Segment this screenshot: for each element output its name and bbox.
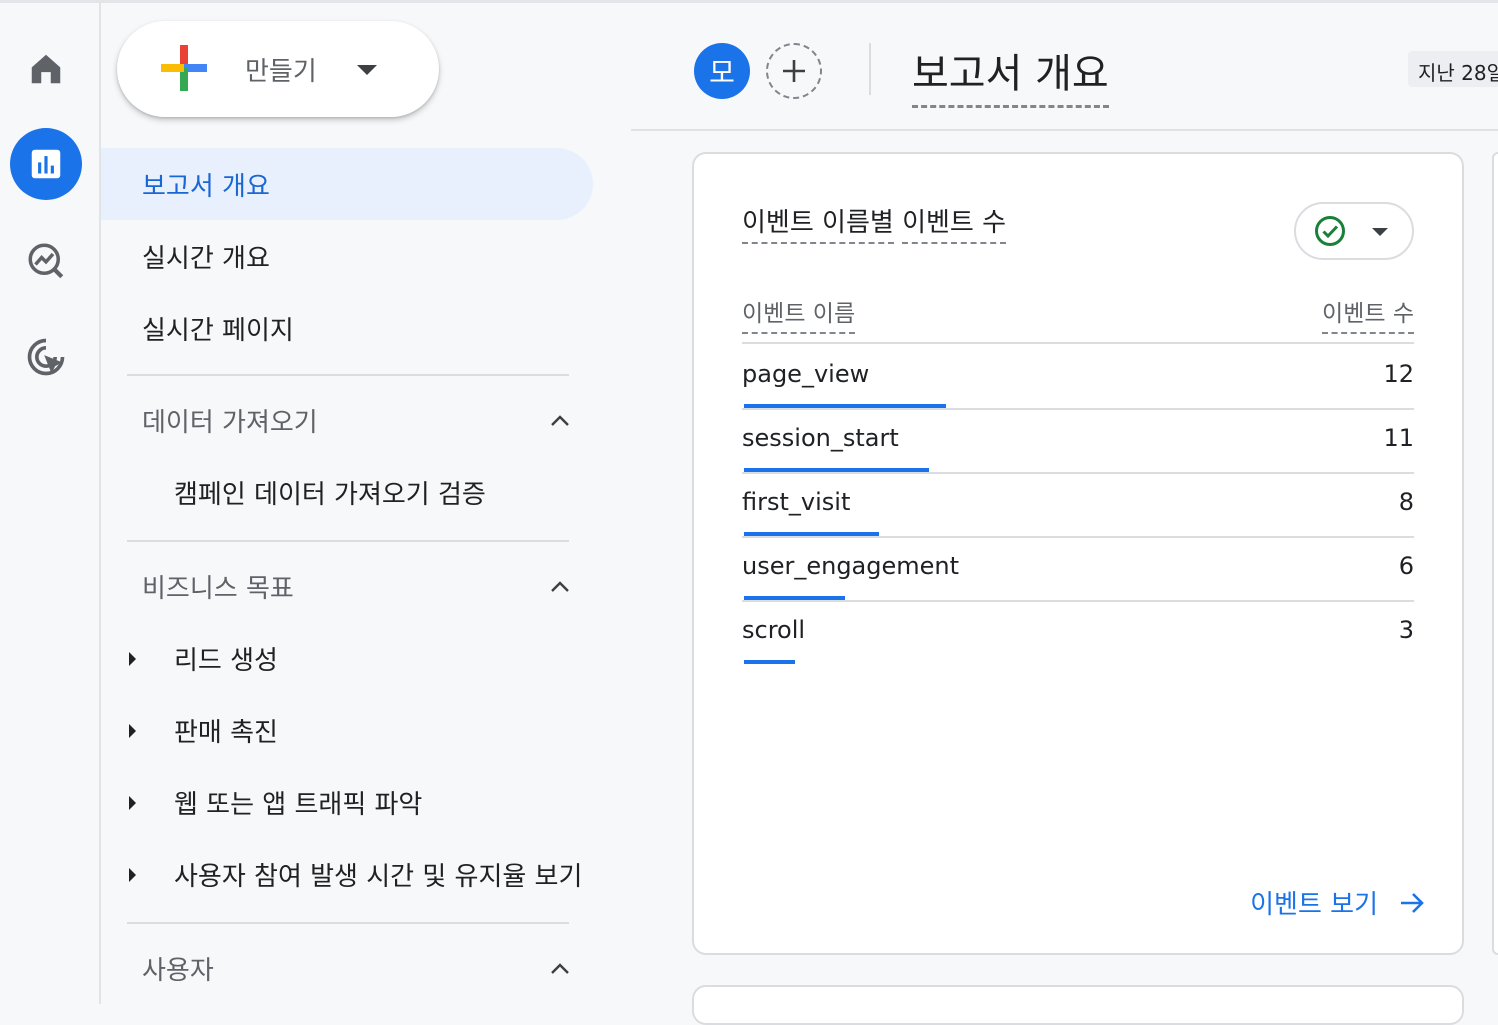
view-events-label: 이벤트 보기 bbox=[1250, 890, 1378, 920]
event-name-cell: page_view bbox=[742, 360, 870, 388]
caret-down-icon bbox=[357, 65, 377, 75]
table-row[interactable]: page_view 12 bbox=[742, 344, 1414, 410]
triangle-right-icon bbox=[129, 796, 136, 810]
nav-item-engagement-retention[interactable]: 사용자 참여 발생 시간 및 유지율 보기 bbox=[101, 838, 601, 910]
triangle-right-icon bbox=[129, 724, 136, 738]
page-title: 보고서 개요 bbox=[912, 41, 1109, 108]
nav-divider bbox=[127, 540, 569, 542]
event-name-cell: first_visit bbox=[742, 488, 851, 516]
chevron-up-icon bbox=[551, 415, 569, 426]
section-data-import[interactable]: 데이터 가져오기 bbox=[101, 384, 571, 456]
sub-item-label: 판매 촉진 bbox=[174, 717, 278, 748]
table-row[interactable]: first_visit 8 bbox=[742, 472, 1414, 538]
chevron-up-icon bbox=[551, 963, 569, 974]
card-options-button[interactable] bbox=[1294, 202, 1414, 260]
event-count-cell: 6 bbox=[1398, 552, 1414, 580]
card-title-dimension[interactable]: 이벤트 이름별 bbox=[742, 208, 894, 244]
nav-item-realtime-overview[interactable]: 실시간 개요 bbox=[101, 220, 593, 292]
next-card bbox=[692, 985, 1464, 1025]
create-button[interactable]: 만들기 bbox=[117, 21, 439, 117]
reports-nav-button[interactable] bbox=[10, 128, 82, 200]
nav-item-drive-sales[interactable]: 판매 촉진 bbox=[101, 694, 601, 766]
event-count-bar bbox=[744, 660, 795, 664]
event-count-cell: 12 bbox=[1383, 360, 1414, 388]
home-nav-button[interactable] bbox=[10, 33, 82, 105]
event-count-cell: 3 bbox=[1398, 616, 1414, 644]
section-label: 데이터 가져오기 bbox=[142, 407, 318, 438]
event-count-cell: 11 bbox=[1383, 424, 1414, 452]
table-row[interactable]: scroll 3 bbox=[742, 600, 1414, 664]
nav-item-report-overview[interactable]: 보고서 개요 bbox=[101, 148, 593, 220]
section-label: 사용자 bbox=[142, 955, 214, 986]
plus-icon bbox=[783, 60, 805, 82]
events-by-name-card: 이벤트 이름별 이벤트 수 이벤트 이름 이벤트 수 page_view 12 se… bbox=[692, 152, 1464, 955]
nav-divider bbox=[127, 374, 569, 376]
sub-item-label: 사용자 참여 발생 시간 및 유지율 보기 bbox=[174, 861, 583, 892]
view-events-link[interactable]: 이벤트 보기 bbox=[1250, 884, 1426, 921]
triangle-right-icon bbox=[129, 652, 136, 666]
section-user[interactable]: 사용자 bbox=[101, 932, 571, 1004]
caret-down-icon bbox=[1372, 228, 1388, 236]
event-count-cell: 8 bbox=[1398, 488, 1414, 516]
nav-item-campaign-import-validation[interactable]: 캠페인 데이터 가져오기 검증 bbox=[101, 456, 601, 528]
sub-item-label: 캠페인 데이터 가져오기 검증 bbox=[174, 479, 486, 510]
table-row[interactable]: session_start 11 bbox=[742, 408, 1414, 474]
section-business-objectives[interactable]: 비즈니스 목표 bbox=[101, 550, 571, 622]
nav-divider bbox=[127, 922, 569, 924]
report-nav-panel: 만들기 보고서 개요 실시간 개요 실시간 페이지 데이터 가져오기 캠페인 데… bbox=[101, 3, 631, 1004]
icon-rail bbox=[0, 3, 101, 1004]
bar-chart-icon bbox=[31, 149, 61, 179]
explore-icon bbox=[28, 243, 64, 279]
triangle-right-icon bbox=[129, 868, 136, 882]
create-button-label: 만들기 bbox=[245, 57, 317, 87]
event-name-cell: user_engagement bbox=[742, 552, 960, 580]
advertising-nav-button[interactable] bbox=[10, 321, 82, 393]
card-title: 이벤트 이름별 이벤트 수 bbox=[742, 202, 1007, 244]
chevron-up-icon bbox=[551, 581, 569, 592]
plus-icon bbox=[161, 45, 207, 91]
arrow-right-icon bbox=[1401, 892, 1424, 913]
sub-item-label: 리드 생성 bbox=[174, 645, 278, 676]
avatar[interactable]: 모 bbox=[694, 43, 750, 99]
event-name-cell: session_start bbox=[742, 424, 899, 452]
section-label: 비즈니스 목표 bbox=[142, 573, 294, 604]
date-range-chip[interactable]: 지난 28일 bbox=[1408, 51, 1498, 87]
advertising-icon bbox=[27, 338, 65, 376]
sub-item-label: 웹 또는 앱 트래픽 파악 bbox=[174, 789, 423, 820]
table-row[interactable]: user_engagement 6 bbox=[742, 536, 1414, 602]
add-comparison-button[interactable] bbox=[766, 43, 822, 99]
explore-nav-button[interactable] bbox=[10, 225, 82, 297]
page-header: 모 보고서 개요 지난 28일 bbox=[631, 3, 1498, 131]
column-header-event-name[interactable]: 이벤트 이름 bbox=[742, 294, 856, 334]
header-divider bbox=[869, 43, 871, 95]
column-header-event-count[interactable]: 이벤트 수 bbox=[1322, 294, 1414, 334]
home-icon bbox=[31, 54, 61, 84]
adjacent-card-edge bbox=[1492, 152, 1498, 955]
nav-item-lead-generation[interactable]: 리드 생성 bbox=[101, 622, 601, 694]
nav-item-web-app-traffic[interactable]: 웹 또는 앱 트래픽 파악 bbox=[101, 766, 601, 838]
check-circle-icon bbox=[1315, 216, 1345, 246]
nav-item-realtime-pages[interactable]: 실시간 페이지 bbox=[101, 292, 593, 364]
event-name-cell: scroll bbox=[742, 616, 806, 644]
card-title-metric[interactable]: 이벤트 수 bbox=[902, 208, 1007, 244]
